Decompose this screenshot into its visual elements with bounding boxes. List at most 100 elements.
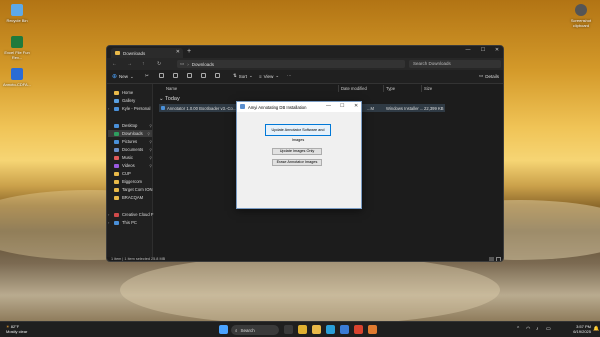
refresh-icon[interactable]: ↻ [157, 61, 161, 67]
nav-item-desktop[interactable]: Desktop ⚲ [114, 122, 154, 129]
folder-icon [115, 51, 120, 55]
column-header-size[interactable]: Size [424, 86, 432, 91]
cloud-icon [114, 106, 119, 111]
nav-item-onedrive[interactable]: › Kyle - Personal [108, 105, 154, 112]
task-view-icon[interactable] [284, 325, 293, 334]
tab-downloads[interactable]: Downloads ✕ [111, 48, 183, 58]
weather-widget[interactable]: ☀ 82°F Mostly clear [6, 324, 27, 334]
new-tab-button[interactable]: + [187, 48, 191, 55]
monitor-icon: ▭ [180, 61, 185, 66]
chrome-icon[interactable] [298, 325, 307, 334]
back-icon[interactable]: ← [112, 61, 117, 67]
paste-button[interactable] [173, 73, 178, 78]
navigation-pane: Home Gallery › Kyle - Personal Desktop ⚲… [107, 84, 153, 257]
button-label: Update Annotator Software and Images [271, 128, 325, 142]
clock[interactable]: 3:57 PM 6/19/2025 [557, 324, 591, 334]
nav-label: CUP [122, 171, 131, 176]
address-bar-row: ← → ↑ ↻ ▭ › Downloads Search Downloads [107, 58, 503, 70]
nav-item-downloads[interactable]: Downloads ⚲ [108, 130, 152, 137]
wifi-icon[interactable]: ◠ [526, 326, 530, 332]
chevron-down-icon: ⌄ [159, 96, 164, 102]
installer-icon [161, 105, 165, 110]
app-icon[interactable] [354, 325, 363, 334]
cut-button[interactable]: ✂ [145, 73, 149, 79]
details-view-icon[interactable] [489, 257, 494, 261]
sort-icon: ⇅ [233, 73, 237, 78]
nav-item-bracqam[interactable]: BRACQAM [114, 194, 154, 201]
sort-button[interactable]: ⇅ Sort ⌄ [233, 73, 253, 79]
nav-item-home[interactable]: Home [114, 89, 154, 96]
battery-icon[interactable]: ▭ [546, 326, 551, 332]
desktop-icon-label: Screenshot clipboard [570, 18, 592, 28]
share-icon [201, 73, 206, 78]
chevron-right-icon[interactable]: › [108, 212, 109, 217]
excel-icon [11, 36, 23, 48]
update-software-and-images-button[interactable]: Update Annotator Software and Images [265, 124, 331, 142]
nav-item-biggercom[interactable]: Biggercom [114, 178, 154, 185]
desktop-icon-label: Recycle Bin [6, 18, 28, 23]
details-button[interactable]: ▭ Details [479, 73, 499, 79]
notifications-icon[interactable]: 🔔 [593, 326, 599, 332]
copy-button[interactable] [159, 73, 164, 78]
close-button[interactable]: ✕ [491, 47, 503, 53]
rename-button[interactable] [187, 73, 192, 78]
taskbar-search[interactable]: ⌕ Search [231, 325, 279, 335]
group-header-today[interactable]: ⌄ Today [159, 96, 180, 102]
button-label: Update Images Only [279, 149, 315, 153]
file-explorer-icon[interactable] [312, 325, 321, 334]
update-images-only-button[interactable]: Update Images Only [272, 148, 322, 155]
pin-icon: ⚲ [149, 139, 152, 144]
desktop-icon-recycle-bin[interactable]: Recycle Bin [2, 4, 32, 23]
date-text: 6/19/2025 [573, 329, 591, 334]
screenshot-icon [575, 4, 587, 16]
nav-item-creative-cloud[interactable]: › Creative Cloud F [108, 211, 154, 218]
nav-item-this-pc[interactable]: › This PC [108, 219, 154, 226]
nav-item-gallery[interactable]: Gallery [114, 97, 154, 104]
view-label: View [263, 73, 274, 79]
maximize-button[interactable]: ☐ [477, 47, 489, 53]
minimize-button[interactable]: — [326, 103, 331, 109]
nav-label: Music [122, 155, 133, 160]
music-icon [114, 155, 119, 160]
desktop-icon-excel[interactable]: Excel File Fun Rev... [2, 36, 32, 60]
file-date: ...M [367, 105, 374, 111]
forward-icon[interactable]: → [127, 61, 132, 67]
edge-icon[interactable] [326, 325, 335, 334]
desktop-icon-document[interactable]: Annoto-CDFA... [2, 68, 32, 87]
close-button[interactable]: ✕ [354, 103, 358, 109]
nav-item-pictures[interactable]: Pictures ⚲ [114, 138, 154, 145]
up-icon[interactable]: ↑ [142, 61, 145, 67]
chevron-right-icon[interactable]: › [108, 220, 109, 225]
mail-icon[interactable] [340, 325, 349, 334]
column-header-type[interactable]: Type [386, 86, 395, 91]
delete-button[interactable] [215, 73, 220, 78]
nav-item-documents[interactable]: Documents ⚲ [114, 146, 154, 153]
search-input[interactable]: Search Downloads [409, 60, 501, 68]
share-button[interactable] [201, 73, 206, 78]
nav-item-videos[interactable]: Videos ⚲ [114, 162, 154, 169]
view-button[interactable]: ≡ View ⌄ [259, 73, 279, 79]
nav-item-music[interactable]: Music ⚲ [114, 154, 154, 161]
tab-bar: Downloads ✕ + — ☐ ✕ [107, 46, 503, 58]
erase-annotator-images-button[interactable]: Erase Annotator Images [272, 159, 322, 166]
tiles-view-icon[interactable] [496, 257, 501, 261]
chevron-right-icon[interactable]: › [108, 106, 109, 111]
minimize-button[interactable]: — [462, 47, 474, 53]
column-header-name[interactable]: Name [166, 86, 177, 91]
maximize-button[interactable]: ☐ [340, 103, 344, 109]
nav-item-target-corn[interactable]: Target Corn ION [114, 186, 154, 193]
address-field[interactable]: ▭ › Downloads [177, 60, 405, 68]
sort-label: Sort [238, 73, 248, 79]
close-tab-icon[interactable]: ✕ [176, 49, 180, 55]
desktop-icon-screenshot[interactable]: Screenshot clipboard [566, 4, 596, 28]
column-header-date[interactable]: Date modified [341, 86, 367, 91]
nav-item-cup[interactable]: CUP [114, 170, 154, 177]
start-icon[interactable] [219, 325, 228, 334]
app-icon[interactable] [368, 325, 377, 334]
chevron-up-icon[interactable]: ⌃ [516, 326, 520, 332]
volume-icon[interactable]: ♪ [536, 326, 539, 332]
videos-icon [114, 163, 119, 168]
search-icon: ⌕ [235, 327, 238, 333]
more-options-button[interactable]: ··· [287, 73, 292, 78]
new-button[interactable]: ⊕ New ⌄ [112, 73, 134, 81]
